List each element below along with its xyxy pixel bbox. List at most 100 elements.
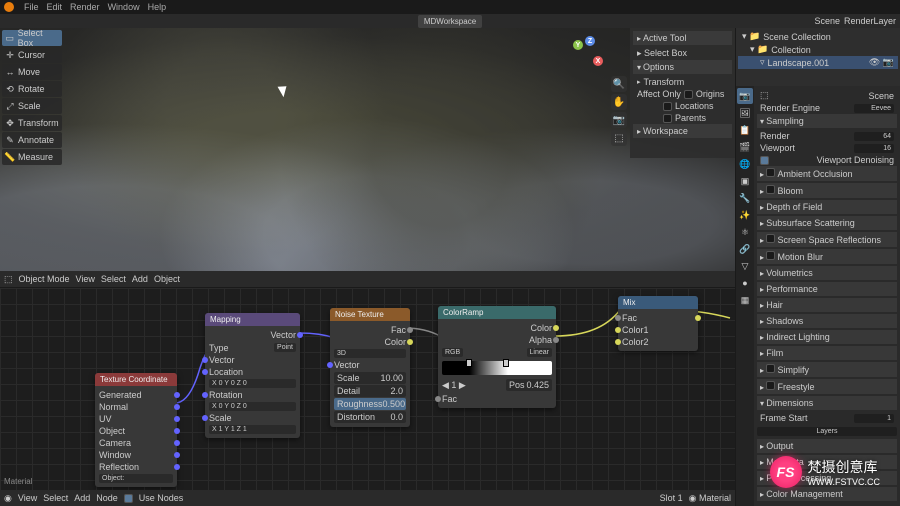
object-field[interactable]: Object:: [99, 474, 173, 483]
select-box-label: ▸ Select Box: [637, 48, 687, 59]
sss-header[interactable]: ▸ Subsurface Scattering: [757, 216, 897, 230]
nav-gizmo[interactable]: Z Y X: [569, 36, 605, 72]
tab-material[interactable]: ●: [737, 275, 753, 291]
editor-type-icon[interactable]: ⬚: [4, 274, 13, 285]
layers-button[interactable]: Layers: [757, 427, 897, 436]
watermark-url: WWW.FSTVC.CC: [808, 477, 881, 487]
tab-viewlayer[interactable]: 📋: [737, 122, 753, 138]
tab-modifier[interactable]: 🔧: [737, 190, 753, 206]
tool-transform[interactable]: ✥Transform: [2, 115, 62, 131]
origins-checkbox[interactable]: [684, 90, 693, 99]
ne-add[interactable]: Add: [74, 493, 90, 503]
tool-rotate[interactable]: ⟲Rotate: [2, 81, 62, 97]
tool-cursor[interactable]: ✛Cursor: [2, 47, 62, 63]
slot-selector[interactable]: Slot 1: [660, 493, 683, 503]
render-samples[interactable]: 64: [854, 132, 894, 141]
cm-header[interactable]: ▸ Color Management: [757, 487, 897, 501]
dof-header[interactable]: ▸ Depth of Field: [757, 200, 897, 214]
vol-header[interactable]: ▸ Volumetrics: [757, 266, 897, 280]
locations-checkbox[interactable]: [663, 102, 672, 111]
ne-view[interactable]: View: [18, 493, 37, 503]
node-noise-texture[interactable]: Noise Texture Fac Color 3D Vector Scale1…: [330, 308, 410, 427]
gizmo-y[interactable]: Y: [573, 40, 583, 50]
gizmo-z[interactable]: Z: [585, 36, 595, 46]
tool-annotate[interactable]: ✎Annotate: [2, 132, 62, 148]
tab-particle[interactable]: ✨: [737, 207, 753, 223]
dim-header[interactable]: ▾ Dimensions: [757, 396, 897, 410]
perspective-icon[interactable]: ⬚: [611, 130, 627, 146]
tab-scene[interactable]: 🎬: [737, 139, 753, 155]
tab-data[interactable]: ▽: [737, 258, 753, 274]
perf-header[interactable]: ▸ Performance: [757, 282, 897, 296]
tab-render[interactable]: 📷: [737, 88, 753, 104]
viewport-samples[interactable]: 16: [854, 144, 894, 153]
menu-render[interactable]: Render: [70, 2, 100, 12]
film-header[interactable]: ▸ Film: [757, 346, 897, 360]
tab-object[interactable]: ▣: [737, 173, 753, 189]
node-mix[interactable]: Mix Fac Color1 Color2: [618, 296, 698, 351]
menu-edit[interactable]: Edit: [47, 2, 63, 12]
tool-measure[interactable]: 📏Measure: [2, 149, 62, 165]
tool-scale[interactable]: ⤢Scale: [2, 98, 62, 114]
output-header[interactable]: ▸ Output: [757, 439, 897, 453]
parents-checkbox[interactable]: [663, 114, 672, 123]
menu-help[interactable]: Help: [148, 2, 167, 12]
tab-world[interactable]: 🌐: [737, 156, 753, 172]
material-selector[interactable]: ◉ Material: [689, 493, 731, 504]
simplify-header[interactable]: ▸ Simplify: [757, 362, 897, 377]
camera-icon[interactable]: 📷: [611, 112, 627, 128]
vp-view-menu[interactable]: View: [76, 274, 95, 284]
layer-selector[interactable]: RenderLayer: [844, 16, 896, 26]
sampling-header[interactable]: ▾ Sampling: [757, 114, 897, 128]
outliner[interactable]: ▾ 📁 Scene Collection ▾ 📁 Collection ▿ La…: [736, 28, 900, 86]
vp-object-menu[interactable]: Object: [154, 274, 180, 284]
mb-header[interactable]: ▸ Motion Blur: [757, 249, 897, 264]
shadow-header[interactable]: ▸ Shadows: [757, 314, 897, 328]
use-nodes-checkbox[interactable]: [124, 494, 133, 503]
outliner-object[interactable]: ▿ Landscape.001 👁 📷: [738, 56, 898, 69]
hair-header[interactable]: ▸ Hair: [757, 298, 897, 312]
ne-node[interactable]: Node: [96, 493, 118, 503]
zoom-icon[interactable]: 🔍: [611, 76, 627, 92]
scene-selector[interactable]: Scene: [814, 16, 840, 26]
freestyle-header[interactable]: ▸ Freestyle: [757, 379, 897, 394]
bloom-header[interactable]: ▸ Bloom: [757, 183, 897, 198]
menu-window[interactable]: Window: [108, 2, 140, 12]
viewport-denoise-checkbox[interactable]: [760, 156, 769, 165]
gizmo-x[interactable]: X: [593, 56, 603, 66]
viewport-render: [0, 28, 735, 287]
vp-add-menu[interactable]: Add: [132, 274, 148, 284]
node-color-ramp[interactable]: ColorRamp Color Alpha RGBLinear ◀ 1 ▶Pos…: [438, 306, 556, 408]
move-icon: ↔: [5, 67, 15, 77]
workspace-tab-active[interactable]: MDWorkspace: [418, 15, 482, 28]
workspace-tabs: MDWorkspace Scene RenderLayer: [0, 14, 900, 28]
engine-dropdown[interactable]: Eevee: [854, 104, 894, 113]
vp-select-menu[interactable]: Select: [101, 274, 126, 284]
blender-icon: [4, 2, 14, 12]
indirect-header[interactable]: ▸ Indirect Lighting: [757, 330, 897, 344]
options-header[interactable]: ▾ Options: [633, 60, 732, 74]
workspace-header[interactable]: ▸ Workspace: [633, 124, 732, 138]
3d-viewport[interactable]: ▭Select Box ✛Cursor ↔Move ⟲Rotate ⤢Scale…: [0, 28, 735, 288]
pan-icon[interactable]: ✋: [611, 94, 627, 110]
ne-select[interactable]: Select: [43, 493, 68, 503]
ssr-header[interactable]: ▸ Screen Space Reflections: [757, 232, 897, 247]
tab-texture[interactable]: ▦: [737, 292, 753, 308]
tool-move[interactable]: ↔Move: [2, 64, 62, 80]
active-tool-header[interactable]: ▸ Active Tool: [633, 31, 732, 45]
ne-type-icon[interactable]: ◉: [4, 493, 12, 504]
outliner-scene[interactable]: ▾ 📁 Scene Collection: [738, 30, 898, 43]
node-texture-coordinate[interactable]: Texture Coordinate Generated Normal UV O…: [95, 373, 177, 487]
tab-physics[interactable]: ⚛: [737, 224, 753, 240]
shader-editor[interactable]: Texture Coordinate Generated Normal UV O…: [0, 288, 735, 506]
ao-header[interactable]: ▸ Ambient Occlusion: [757, 166, 897, 181]
tool-select-box[interactable]: ▭Select Box: [2, 30, 62, 46]
node-mapping[interactable]: Mapping Vector TypePoint Vector Location…: [205, 313, 300, 438]
menu-file[interactable]: File: [24, 2, 39, 12]
mode-dropdown[interactable]: Object Mode: [19, 274, 70, 284]
outliner-collection[interactable]: ▾ 📁 Collection: [738, 43, 898, 56]
tab-output[interactable]: 🖼: [737, 105, 753, 121]
tab-constraint[interactable]: 🔗: [737, 241, 753, 257]
color-ramp-gradient[interactable]: [442, 361, 552, 375]
measure-icon: 📏: [5, 152, 15, 162]
